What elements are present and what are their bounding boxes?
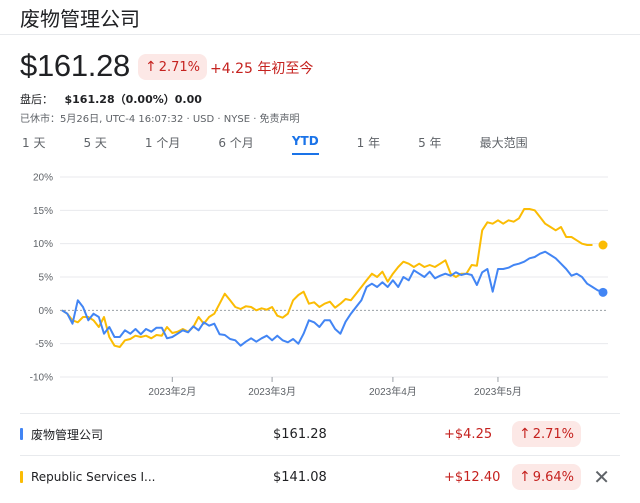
tab-5d[interactable]: 5 天: [83, 132, 106, 155]
y-tick-label: 10%: [33, 239, 53, 250]
row-change-pct: 9.64%: [532, 469, 575, 485]
y-tick-label: 15%: [33, 206, 53, 217]
comparison-row-wm[interactable]: 废物管理公司 $161.28 +$4.25 ↑ 2.71%: [20, 417, 620, 451]
y-tick-label: 20%: [33, 173, 53, 184]
series-line-1: [61, 208, 593, 348]
legend-swatch-wm: [20, 428, 23, 440]
arrow-up-icon: ↑: [519, 426, 531, 442]
series-end-point-1: [598, 240, 608, 250]
tab-6m[interactable]: 6 个月: [218, 132, 253, 155]
series-line-0: [61, 250, 604, 347]
row-change: +$4.25: [444, 426, 493, 442]
row-change-badge: ↑ 2.71%: [512, 421, 582, 447]
after-hours: 盘后： $161.28（0.00%）0.00: [20, 91, 202, 107]
arrow-up-icon: ↑: [145, 59, 157, 75]
row-name: Republic Services I...: [31, 470, 156, 484]
tab-1m[interactable]: 1 个月: [145, 132, 180, 155]
chart-divider: [20, 413, 620, 414]
row-price: $141.08: [273, 469, 327, 485]
after-hours-label: 盘后：: [20, 93, 53, 106]
period-change: +4.25 年初至今: [210, 58, 313, 78]
legend-swatch-rsg: [20, 471, 23, 483]
row-price: $161.28: [273, 426, 327, 442]
after-hours-value: $161.28（0.00%）0.00: [64, 93, 202, 106]
tab-1y[interactable]: 1 年: [357, 132, 380, 155]
header-divider: [0, 34, 640, 35]
row-change-badge: ↑ 9.64%: [512, 464, 582, 490]
x-tick-label: 2023年5月: [474, 385, 522, 398]
row-name: 废物管理公司: [31, 427, 104, 442]
x-tick-label: 2023年3月: [248, 385, 296, 398]
period-label: 年初至今: [257, 61, 314, 77]
tab-5y[interactable]: 5 年: [418, 132, 441, 155]
page-title: 废物管理公司: [20, 7, 140, 31]
change-percent-value: 2.71%: [158, 59, 201, 75]
market-meta: 已休市：5月26日, UTC-4 16:07:32 · USD · NYSE ·…: [20, 114, 300, 125]
comparison-row-rsg[interactable]: Republic Services I... $141.08 +$12.40 ↑…: [20, 460, 620, 494]
y-tick-label: -5%: [35, 339, 53, 350]
time-range-tabs: 1 天 5 天 1 个月 6 个月 YTD 1 年 5 年 最大范围: [22, 132, 566, 155]
current-price: $161.28: [20, 48, 130, 83]
y-tick-label: 5%: [39, 273, 54, 284]
tab-ytd[interactable]: YTD: [291, 132, 319, 155]
row-change-pct: 2.71%: [532, 426, 575, 442]
y-tick-label: -10%: [30, 373, 53, 384]
row-change: +$12.40: [444, 469, 501, 485]
remove-comparison-close-icon[interactable]: ✕: [593, 465, 610, 489]
arrow-up-icon: ↑: [519, 469, 531, 485]
y-tick-label: 0%: [39, 306, 54, 317]
tab-1d[interactable]: 1 天: [22, 132, 45, 155]
row-divider: [20, 455, 620, 456]
x-tick-label: 2023年2月: [148, 385, 196, 398]
tab-max[interactable]: 最大范围: [480, 132, 528, 155]
change-percent-badge: ↑ 2.71%: [138, 54, 208, 80]
x-tick-label: 2023年4月: [369, 385, 417, 398]
performance-chart[interactable]: 20% 15% 10% 5% 0% -5% -10% 2023年2月 2023年3月 2023年4…: [0, 162, 640, 407]
series-end-point-0: [598, 287, 608, 297]
change-absolute: +4.25: [210, 61, 253, 77]
